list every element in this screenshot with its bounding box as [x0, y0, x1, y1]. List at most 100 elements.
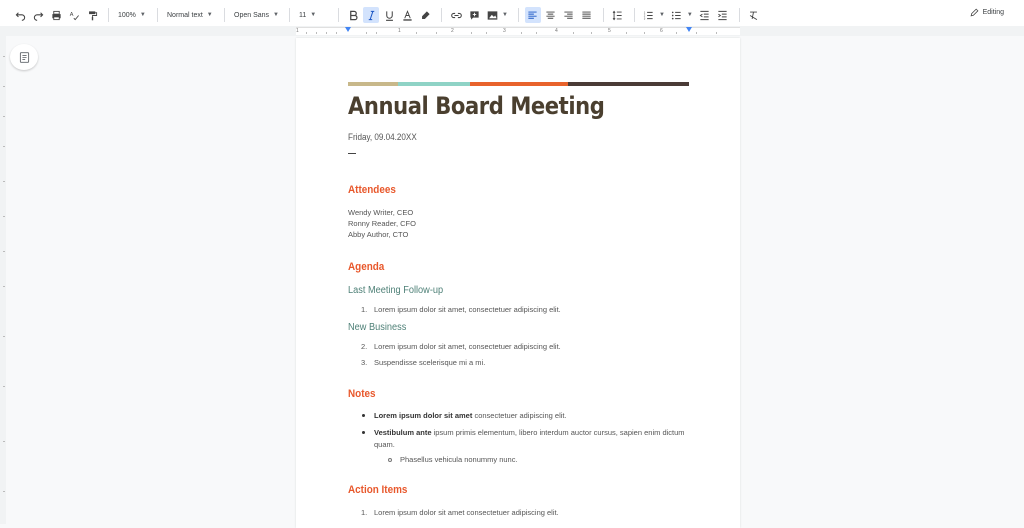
ruler-tick — [3, 286, 5, 287]
svg-text:A: A — [69, 12, 73, 18]
ruler-tick — [471, 32, 472, 34]
ruler-tick — [573, 32, 574, 34]
list-item: 1. Lorem ipsum dolor sit amet, consectet… — [361, 304, 561, 316]
list-item-text: Lorem ipsum dolor sit amet, consectetuer… — [374, 342, 561, 351]
numbered-list-icon[interactable]: 123 — [641, 7, 657, 23]
increase-indent-icon[interactable] — [715, 7, 731, 23]
ruler-page-area: 1 1 2 3 4 5 6 — [296, 27, 740, 35]
ruler-tick — [521, 32, 522, 34]
ruler-tick — [3, 491, 5, 492]
print-icon[interactable] — [48, 7, 64, 23]
style-select[interactable]: Normal text ▼ — [164, 7, 218, 23]
ruler-tick — [696, 32, 697, 34]
bulleted-list-icon[interactable] — [669, 7, 685, 23]
divider — [338, 8, 339, 22]
ruler-tick — [3, 386, 5, 387]
align-justify-icon[interactable] — [579, 7, 595, 23]
divider — [224, 8, 225, 22]
ruler-tick — [716, 32, 717, 34]
list-item: Lorem ipsum dolor sit amet consectetuer … — [362, 410, 694, 422]
divider — [738, 8, 740, 22]
svg-text:1: 1 — [644, 10, 646, 14]
font-size-select[interactable]: 11 ▼ — [296, 7, 332, 23]
zoom-select[interactable]: 100% ▼ — [115, 7, 151, 23]
ruler-tick — [3, 86, 5, 87]
spellcheck-icon[interactable]: A — [66, 7, 82, 23]
ruler-tick — [3, 216, 5, 217]
bold-icon[interactable] — [345, 7, 361, 23]
attendee-line: Abby Author, CTO — [348, 230, 409, 239]
comment-icon[interactable] — [466, 7, 482, 23]
underline-icon[interactable] — [381, 7, 397, 23]
list-number: 1. — [361, 305, 368, 314]
paint-format-icon[interactable] — [84, 7, 100, 23]
header-color-bars — [348, 82, 689, 86]
notes-heading: Notes — [348, 388, 376, 400]
chevron-down-icon: ▼ — [206, 12, 213, 18]
divider — [348, 153, 356, 154]
list-item: 1. Lorem ipsum dolor sit amet consectetu… — [361, 507, 559, 519]
ruler-tick — [436, 32, 437, 34]
document-outline-button[interactable] — [10, 44, 38, 70]
ruler-tick — [366, 32, 367, 34]
list-item-text: Lorem ipsum dolor sit amet consectetuer … — [374, 508, 559, 517]
divider — [157, 8, 158, 22]
ruler-tick — [3, 336, 5, 337]
decrease-indent-icon[interactable] — [697, 7, 713, 23]
svg-text:3: 3 — [644, 16, 646, 20]
redo-icon[interactable] — [30, 7, 46, 23]
ruler-tick — [591, 32, 592, 34]
right-indent-marker[interactable] — [686, 27, 692, 32]
ruler-number: 1 — [398, 28, 401, 34]
horizontal-ruler[interactable]: 1 1 2 3 4 5 6 — [0, 26, 1024, 36]
list-item: 2. Lorem ipsum dolor sit amet, consectet… — [361, 341, 561, 353]
followup-heading: Last Meeting Follow-up — [348, 285, 444, 296]
align-center-icon[interactable] — [543, 7, 559, 23]
vertical-ruler[interactable] — [0, 36, 6, 524]
new-business-heading: New Business — [348, 322, 407, 333]
ruler-tick — [306, 32, 307, 34]
font-select[interactable]: Open Sans ▼ — [231, 7, 283, 23]
attendee-line: Wendy Writer, CEO — [348, 208, 414, 217]
list-item: 3. Suspendisse scelerisque mi a mi. — [361, 357, 485, 369]
align-right-icon[interactable] — [561, 7, 577, 23]
sub-note-text: Phasellus vehicula nonummy nunc. — [400, 455, 518, 464]
italic-icon[interactable] — [363, 7, 379, 23]
note-bold-text: Vestibulum ante — [374, 428, 432, 437]
ruler-tick — [416, 32, 417, 34]
list-item: Phasellus vehicula nonummy nunc. — [388, 454, 518, 466]
document-page[interactable]: Annual Board Meeting Friday, 09.04.20XX … — [296, 38, 740, 528]
undo-icon[interactable] — [12, 7, 28, 23]
divider — [517, 8, 519, 22]
left-indent-marker[interactable] — [345, 27, 351, 32]
chevron-down-icon[interactable]: ▼ — [659, 12, 665, 18]
ruler-number: 1 — [296, 28, 299, 34]
font-value: Open Sans — [234, 11, 270, 19]
align-left-icon[interactable] — [524, 7, 541, 23]
chevron-down-icon[interactable]: ▼ — [687, 12, 693, 18]
outline-icon — [19, 51, 29, 63]
chevron-down-icon: ▼ — [139, 12, 146, 18]
highlight-icon[interactable] — [417, 7, 433, 23]
attendees-heading: Attendees — [348, 184, 396, 196]
chevron-down-icon[interactable]: ▼ — [502, 12, 508, 18]
line-spacing-icon[interactable] — [610, 7, 626, 23]
ruler-number: 2 — [451, 28, 454, 34]
link-icon[interactable] — [448, 7, 464, 23]
ruler-number: 6 — [660, 28, 663, 34]
list-number: 2. — [361, 342, 368, 351]
text-color-icon[interactable] — [399, 7, 415, 23]
ruler-number: 4 — [555, 28, 558, 34]
editing-mode-button[interactable]: Editing — [970, 8, 1004, 17]
ruler-tick — [536, 32, 537, 34]
image-icon[interactable] — [484, 7, 500, 23]
divider — [108, 8, 109, 22]
color-bar — [568, 82, 689, 86]
ruler-tick — [316, 32, 317, 34]
ruler-number: 5 — [608, 28, 611, 34]
list-item: Vestibulum ante ipsum primis elementum, … — [362, 427, 690, 450]
document-date: Friday, 09.04.20XX — [348, 132, 417, 142]
font-size-value: 11 — [299, 11, 307, 19]
ruler-tick — [3, 181, 5, 182]
clear-formatting-icon[interactable] — [746, 7, 762, 23]
